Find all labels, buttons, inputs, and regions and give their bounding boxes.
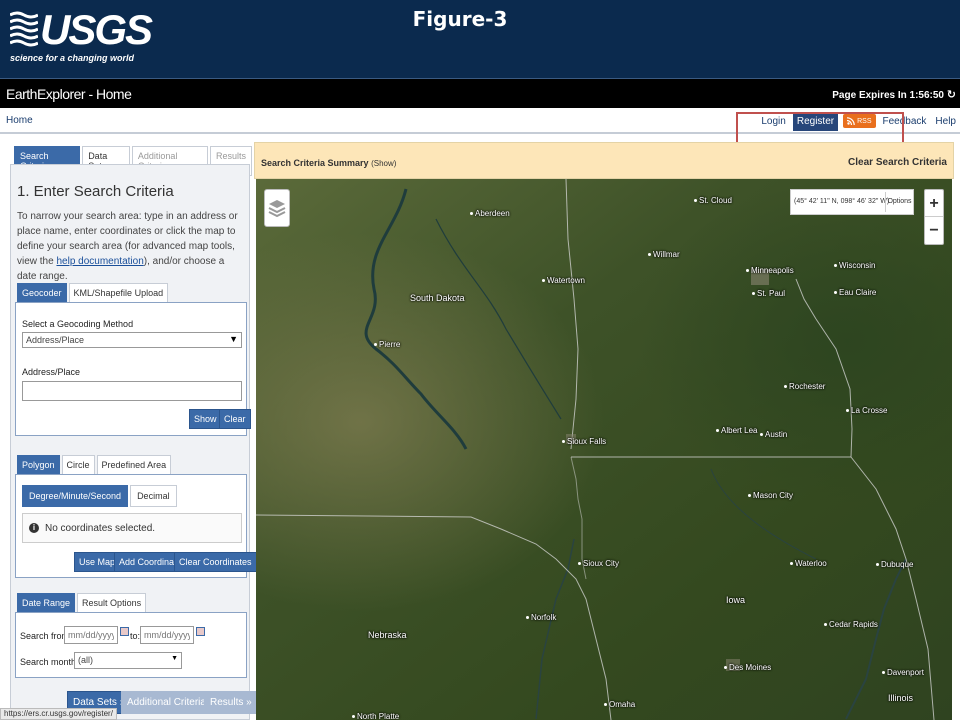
city-label-sioux-falls: Sioux Falls (562, 437, 606, 446)
search-criteria-body: 1. Enter Search Criteria To narrow your … (10, 164, 258, 720)
calendar-icon[interactable] (196, 627, 205, 636)
help-link[interactable]: Help (933, 116, 958, 127)
layers-button[interactable] (264, 189, 290, 227)
city-label-mason-city: Mason City (748, 491, 793, 500)
city-label-minneapolis: Minneapolis (746, 266, 794, 275)
polygon-panel: Degree/Minute/Second Decimal i No coordi… (15, 474, 257, 578)
coordinate-text: (45° 42' 11" N, 098° 46' 32" W) (794, 198, 890, 205)
tab-result-options[interactable]: Result Options (77, 593, 147, 613)
help-documentation-link[interactable]: help documentation (56, 256, 143, 267)
tab-date-range[interactable]: Date Range (17, 593, 76, 613)
search-months-value: (all) (78, 655, 93, 665)
zoom-in-button[interactable]: + (925, 190, 943, 217)
nav-home-link[interactable]: Home (6, 115, 33, 126)
tab-polygon[interactable]: Polygon (17, 455, 60, 475)
coordinates-list: i No coordinates selected. (22, 513, 242, 543)
clear-coordinates-button[interactable]: Clear Coordinates (174, 552, 257, 572)
summary-show-link[interactable]: (Show) (371, 159, 396, 168)
step-title: 1. Enter Search Criteria (17, 183, 174, 200)
city-label-illinois: Illinois (888, 693, 914, 703)
clear-search-criteria-link[interactable]: Clear Search Criteria (848, 157, 947, 168)
tab-predefined-area[interactable]: Predefined Area (96, 455, 172, 475)
region-label-iowa: Iowa (726, 595, 746, 605)
usgs-banner: USGS science for a changing world Figure… (0, 0, 960, 78)
address-input[interactable] (22, 381, 242, 401)
geocoder-panel: Select a Geocoding Method Address/Place … (15, 302, 251, 436)
summary-title: Search Criteria Summary (Show) (261, 158, 397, 168)
results-button[interactable]: Results » (204, 691, 258, 714)
date-range-panel: Search from: to: Search months: (all) ▼ (15, 612, 247, 678)
city-label-willmar: Willmar (648, 250, 680, 259)
city-label-davenport: Davenport (882, 668, 924, 677)
map-options-button[interactable]: Options (885, 192, 913, 212)
date-tabs: Date Range Result Options (17, 593, 147, 613)
shape-tabs: Polygon Circle Predefined Area (17, 455, 172, 475)
logo-tagline: science for a changing world (10, 53, 135, 63)
coordinate-readout: (45° 42' 11" N, 098° 46' 32" W) Options (790, 189, 914, 215)
tab-degree-minute-second[interactable]: Degree/Minute/Second (22, 485, 129, 507)
city-label-norfolk: Norfolk (526, 613, 556, 622)
city-label-dubuque: Dubuque (876, 560, 913, 569)
city-label-st-cloud: St. Cloud (694, 196, 732, 205)
app-title-bar: EarthExplorer - Home Page Expires In 1:5… (0, 78, 960, 108)
chevron-down-icon: ▼ (171, 655, 178, 662)
geocoding-method-label: Select a Geocoding Method (22, 319, 134, 329)
city-label-cedar-rapids: Cedar Rapids (824, 620, 878, 629)
city-label-la-crosse: La Crosse (846, 406, 887, 415)
city-label-eau-claire: Eau Claire (834, 288, 876, 297)
tab-kml-upload[interactable]: KML/Shapefile Upload (68, 283, 169, 303)
date-from-input[interactable] (64, 626, 118, 644)
search-criteria-summary-bar: Search Criteria Summary (Show) Clear Sea… (254, 142, 954, 179)
clear-button[interactable]: Clear (219, 409, 251, 429)
search-panel: Search Criteria Data Sets Additional Cri… (0, 140, 258, 720)
date-to-input[interactable] (140, 626, 194, 644)
city-label-st-paul: St. Paul (752, 289, 785, 298)
city-label-des-moines: Des Moines (724, 663, 771, 672)
page-expires: Page Expires In 1:56:50 ↻ (832, 88, 956, 101)
app-title: EarthExplorer - Home (6, 86, 132, 102)
layers-icon (268, 200, 286, 218)
geocoding-method-value: Address/Place (26, 335, 85, 345)
region-label-south-dakota: South Dakota (410, 293, 465, 303)
city-label-rochester: Rochester (784, 382, 825, 391)
city-label-sioux-city: Sioux City (578, 559, 619, 568)
map-view[interactable]: South Dakota Iowa Nebraska Aberdeen St. … (256, 179, 952, 720)
city-label-omaha: Omaha (604, 700, 635, 709)
page-expires-text: Page Expires In 1:56:50 (832, 90, 944, 101)
chevron-down-icon: ▼ (229, 334, 238, 344)
figure-title: Figure-3 (412, 7, 508, 31)
region-label-nebraska: Nebraska (368, 630, 407, 640)
to-label: to: (130, 631, 141, 641)
city-label-austin: Austin (760, 430, 787, 439)
zoom-control: + − (924, 189, 944, 245)
tab-geocoder[interactable]: Geocoder (17, 283, 67, 303)
city-label-waterloo: Waterloo (790, 559, 827, 568)
tab-circle[interactable]: Circle (61, 455, 95, 475)
city-label-pierre: Pierre (374, 340, 400, 349)
tab-decimal[interactable]: Decimal (130, 485, 177, 507)
coordinate-format-tabs: Degree/Minute/Second Decimal (22, 485, 177, 507)
city-label-wisconsin: Wisconsin (834, 261, 875, 270)
city-label-albert-lea: Albert Lea (716, 426, 757, 435)
step-description: To narrow your search area: type in an a… (17, 211, 238, 282)
calendar-icon[interactable] (120, 627, 129, 636)
show-button[interactable]: Show (189, 409, 222, 429)
city-label-watertown: Watertown (542, 276, 585, 285)
geocoding-method-select[interactable]: Address/Place ▼ (22, 332, 242, 348)
search-months-select[interactable]: (all) ▼ (74, 652, 182, 669)
address-label: Address/Place (22, 367, 81, 377)
refresh-icon[interactable]: ↻ (947, 89, 956, 101)
no-coordinates-message: No coordinates selected. (45, 523, 156, 534)
city-label-north-platte: North Platte (352, 712, 399, 720)
zoom-out-button[interactable]: − (925, 217, 943, 244)
info-icon: i (29, 523, 39, 533)
status-bar-url: https://ers.cr.usgs.gov/register/ (0, 708, 117, 720)
geocoder-tabs: Geocoder KML/Shapefile Upload (17, 283, 169, 303)
city-label-aberdeen: Aberdeen (470, 209, 510, 218)
